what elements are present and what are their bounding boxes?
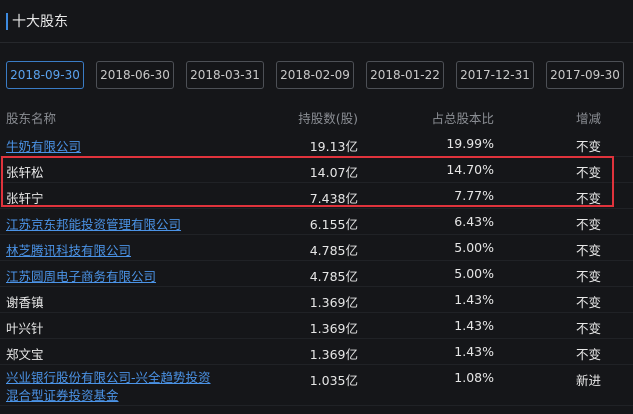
title-accent-bar xyxy=(6,13,8,30)
shares-value: 4.785亿 xyxy=(309,243,358,258)
shares-value: 19.13亿 xyxy=(309,139,358,154)
table-row: 牛奶有限公司 19.13亿 19.99% 不变 xyxy=(0,132,633,157)
tab-2018-01-22[interactable]: 2018-01-22 xyxy=(366,61,444,89)
percent-value: 5.00% xyxy=(454,240,494,255)
row-divider xyxy=(0,405,633,406)
section-header: 十大股东 xyxy=(0,0,633,43)
table-row: 郑文宝 1.369亿 1.43% 不变 xyxy=(0,340,633,365)
shareholder-name[interactable]: 江苏圆周电子商务有限公司 xyxy=(6,266,156,285)
tab-2018-06-30[interactable]: 2018-06-30 xyxy=(96,61,174,89)
row-divider xyxy=(0,208,633,209)
shares-value: 6.155亿 xyxy=(309,217,358,232)
header-pct: 占总股本比 xyxy=(431,111,494,126)
row-divider xyxy=(0,286,633,287)
shares-value: 4.785亿 xyxy=(309,269,358,284)
percent-value: 1.43% xyxy=(454,292,494,307)
change-value: 不变 xyxy=(576,295,602,310)
shareholder-name: 郑文宝 xyxy=(6,347,44,362)
shareholder-name[interactable]: 江苏京东邦能投资管理有限公司 xyxy=(6,214,181,233)
table-row: 江苏京东邦能投资管理有限公司 6.155亿 6.43% 不变 xyxy=(0,210,633,235)
change-value: 不变 xyxy=(576,347,602,362)
percent-value: 5.00% xyxy=(454,266,494,281)
row-divider xyxy=(0,234,633,235)
shareholder-name[interactable]: 兴业银行股份有限公司-兴全趋势投资混合型证券投资基金 xyxy=(6,369,216,405)
header-name: 股东名称 xyxy=(6,111,57,126)
percent-value: 6.43% xyxy=(454,214,494,229)
change-value: 不变 xyxy=(576,217,602,232)
tab-2018-02-09[interactable]: 2018-02-09 xyxy=(276,61,354,89)
row-divider xyxy=(0,338,633,339)
shares-value: 1.035亿 xyxy=(309,373,358,388)
section-title: 十大股东 xyxy=(12,14,68,30)
tab-2018-09-30[interactable]: 2018-09-30 xyxy=(6,61,84,89)
row-divider xyxy=(0,364,633,365)
highlight-box xyxy=(1,156,614,207)
change-value: 不变 xyxy=(576,139,602,154)
table-row: 林芝腾讯科技有限公司 4.785亿 5.00% 不变 xyxy=(0,236,633,261)
change-value: 不变 xyxy=(576,269,602,284)
shares-value: 1.369亿 xyxy=(309,295,358,310)
table-row: 江苏圆周电子商务有限公司 4.785亿 5.00% 不变 xyxy=(0,262,633,287)
table-row: 叶兴针 1.369亿 1.43% 不变 xyxy=(0,314,633,339)
header-change: 增减 xyxy=(576,111,602,126)
change-value: 新进 xyxy=(576,373,602,388)
shareholder-name: 谢香镇 xyxy=(6,295,44,310)
shares-value: 1.369亿 xyxy=(309,347,358,362)
tab-2017-09-30[interactable]: 2017-09-30 xyxy=(546,61,624,89)
shareholder-name: 叶兴针 xyxy=(6,321,44,336)
change-value: 不变 xyxy=(576,321,602,336)
tab-2017-12-31[interactable]: 2017-12-31 xyxy=(456,61,534,89)
table-row: 兴业银行股份有限公司-兴全趋势投资混合型证券投资基金 1.035亿 1.08% 新进 xyxy=(0,366,633,406)
percent-value: 1.08% xyxy=(454,370,494,385)
shareholder-name[interactable]: 林芝腾讯科技有限公司 xyxy=(6,240,131,259)
header-shares: 持股数(股) xyxy=(298,111,358,126)
shares-value: 1.369亿 xyxy=(309,321,358,336)
table-header: 股东名称 持股数(股) 占总股本比 增减 xyxy=(0,108,633,128)
percent-value: 1.43% xyxy=(454,344,494,359)
percent-value: 1.43% xyxy=(454,318,494,333)
row-divider xyxy=(0,260,633,261)
date-tabs: 2018-09-30 2018-06-30 2018-03-31 2018-02… xyxy=(6,61,628,89)
table-row: 谢香镇 1.369亿 1.43% 不变 xyxy=(0,288,633,313)
tab-2018-03-31[interactable]: 2018-03-31 xyxy=(186,61,264,89)
row-divider xyxy=(0,312,633,313)
percent-value: 19.99% xyxy=(446,136,494,151)
change-value: 不变 xyxy=(576,243,602,258)
shareholder-name[interactable]: 牛奶有限公司 xyxy=(6,136,81,155)
